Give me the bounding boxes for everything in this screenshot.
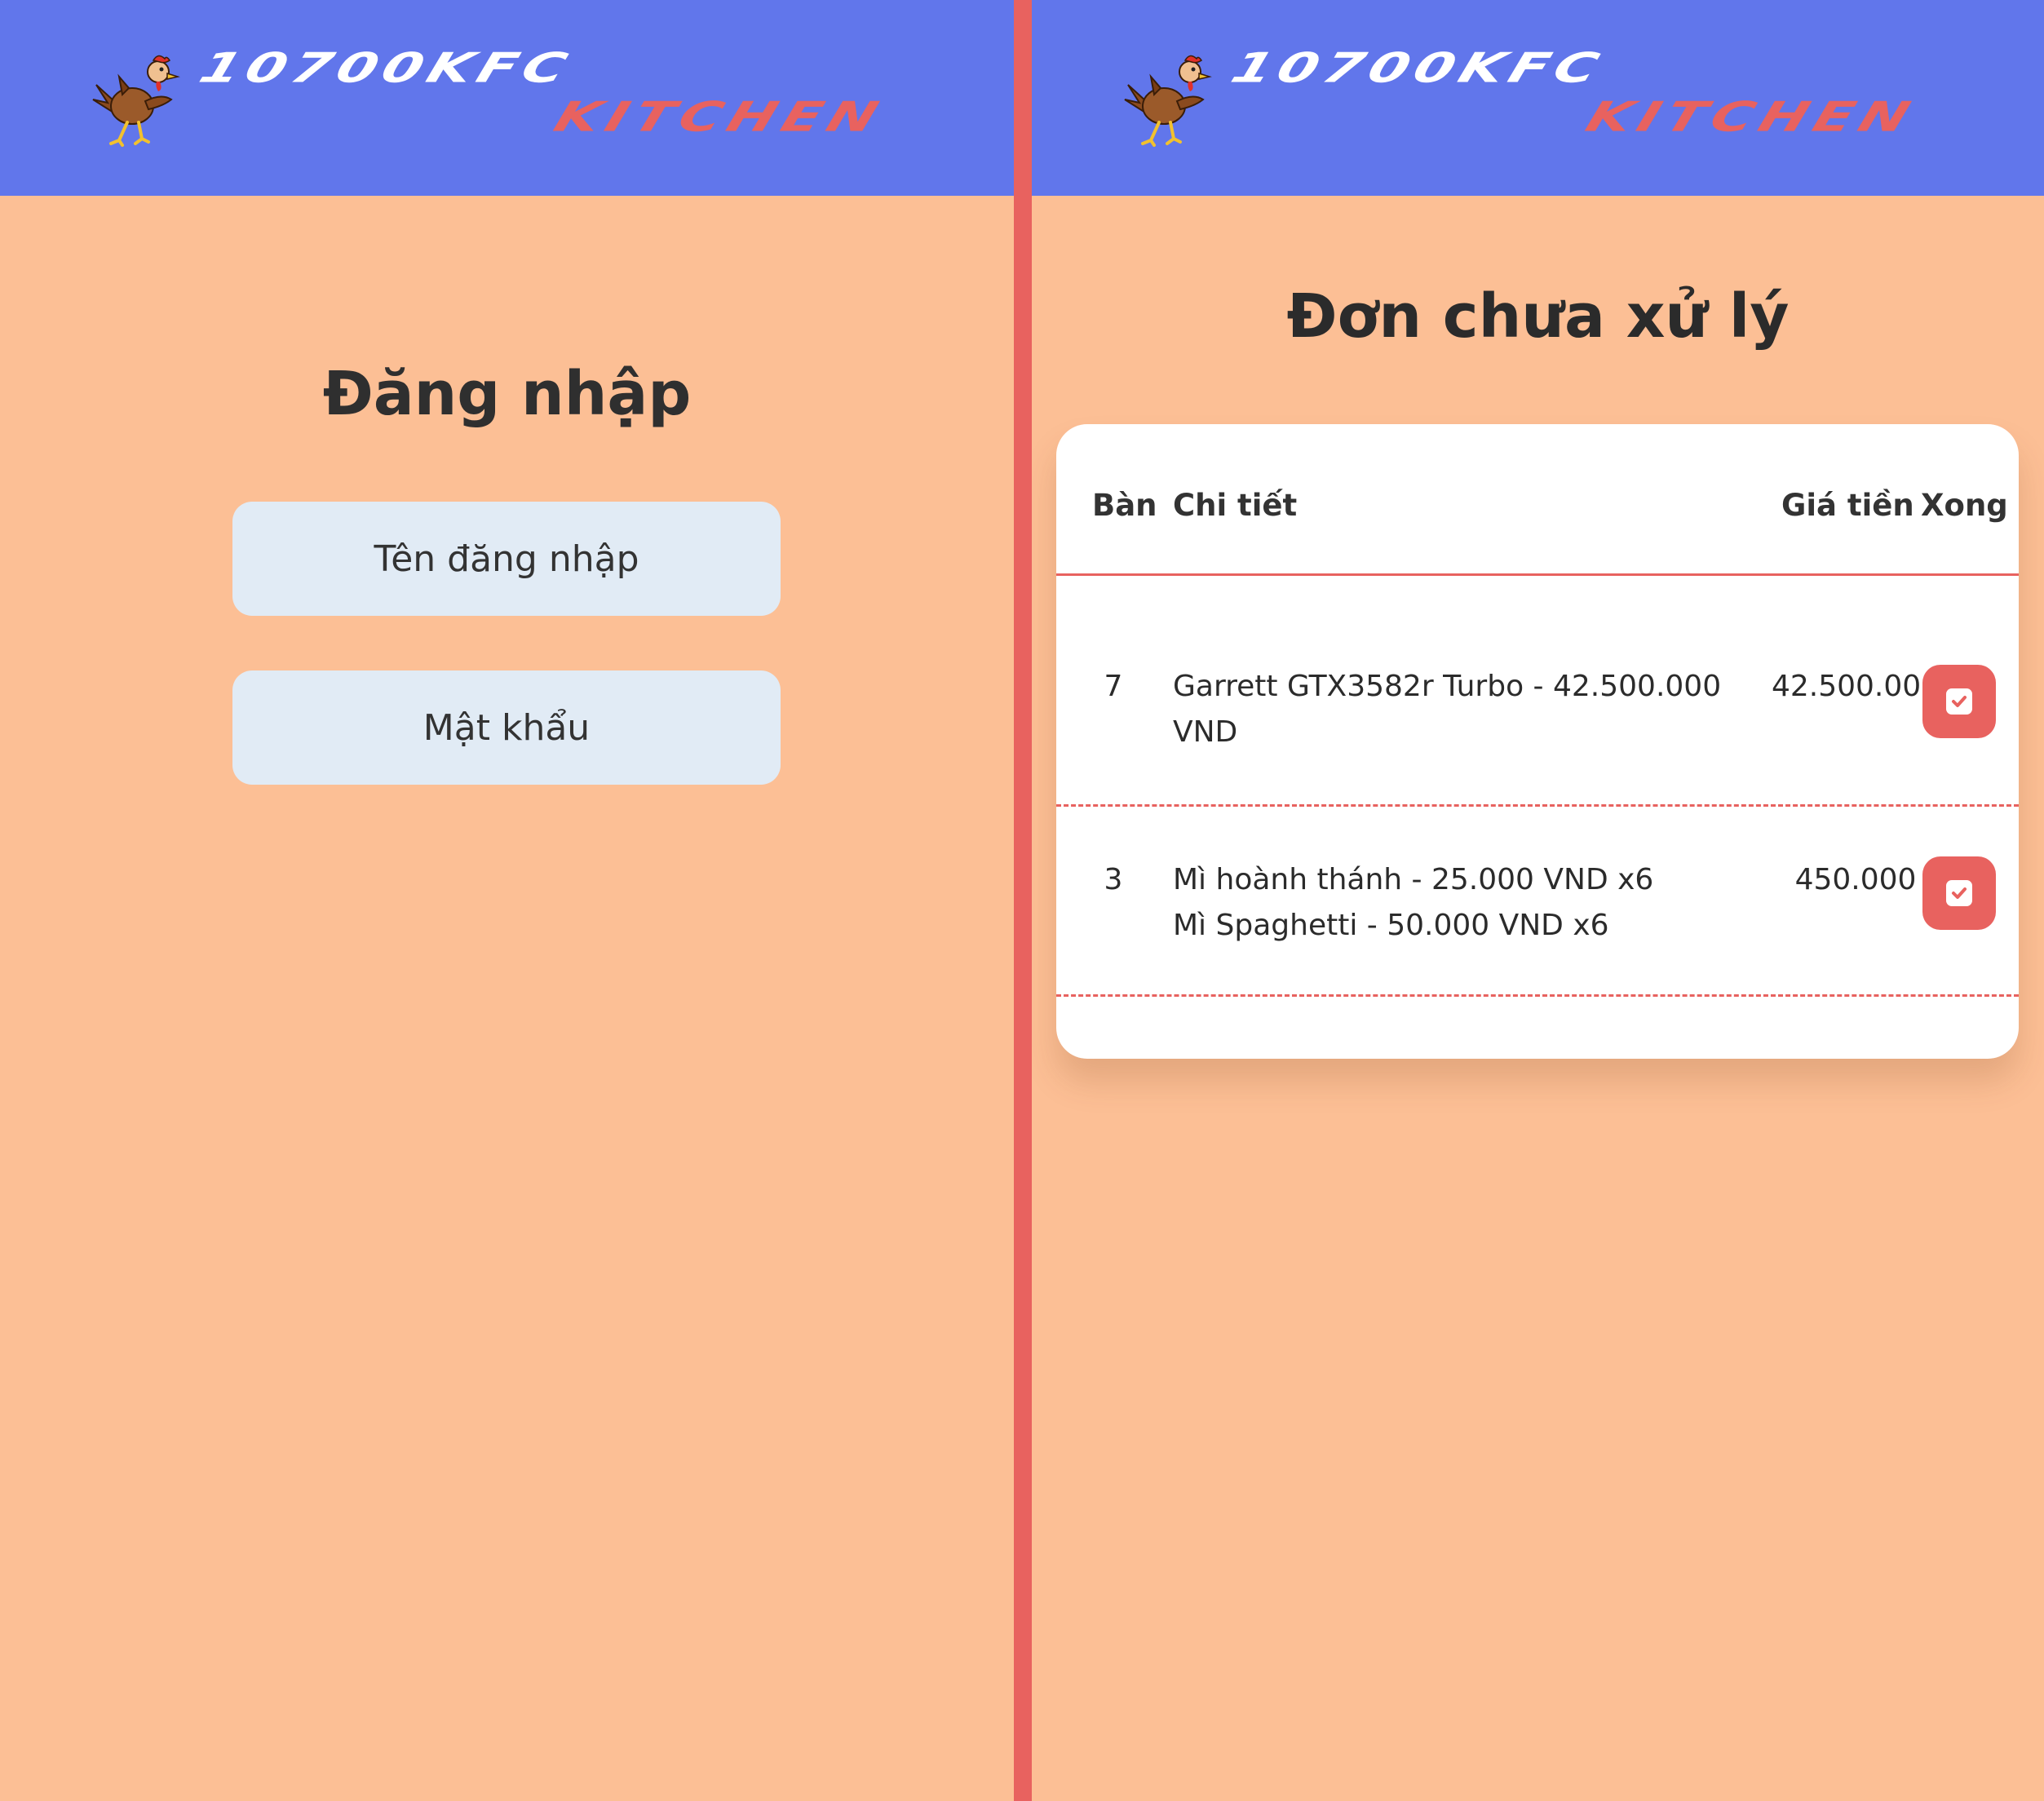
brand-subtitle: KITCHEN	[1580, 92, 1922, 141]
check-square-icon	[1946, 688, 1972, 715]
order-detail-line: Mì hoành thánh - 25.000 VND x6	[1173, 863, 1654, 896]
login-title: Đăng nhập	[322, 359, 692, 429]
column-header-details: Chi tiết	[1173, 488, 1298, 523]
mark-done-button[interactable]	[1922, 856, 1996, 930]
column-header-price: Giá tiền	[1781, 488, 1914, 523]
login-panel: 10700KFC KITCHEN Đăng nhập Tên đăng nhập…	[0, 0, 1014, 1801]
password-field[interactable]: Mật khẩu	[232, 670, 781, 785]
header-divider	[1056, 573, 2019, 576]
password-placeholder: Mật khẩu	[423, 706, 591, 749]
order-details: Garrett GTX3582r Turbo - 42.500.000 VND	[1173, 664, 1744, 755]
chicken-mascot-icon	[1124, 55, 1212, 147]
brand-name: 10700KFC	[1225, 43, 1611, 92]
order-table-number: 3	[1104, 863, 1123, 896]
check-square-icon	[1946, 880, 1972, 906]
order-detail-line: Garrett GTX3582r Turbo - 42.500.000	[1173, 670, 1722, 703]
brand-subtitle: KITCHEN	[548, 92, 891, 141]
column-header-table: Bàn	[1092, 488, 1157, 523]
row-divider	[1056, 804, 2019, 807]
order-detail-line: Mì Spaghetti - 50.000 VND x6	[1173, 909, 1609, 942]
orders-panel: 10700KFC KITCHEN Đơn chưa xử lý Bàn Chi …	[1032, 0, 2044, 1801]
order-detail-line: VND	[1173, 715, 1238, 749]
username-field[interactable]: Tên đăng nhập	[232, 502, 781, 616]
column-header-done: Xong	[1921, 488, 2008, 523]
brand-name: 10700KFC	[193, 43, 579, 92]
panel-divider	[1014, 0, 1032, 1801]
header-bar: 10700KFC KITCHEN	[1032, 0, 2044, 196]
orders-table-card: Bàn Chi tiết Giá tiền Xong 7 Garrett GTX…	[1056, 424, 2019, 1059]
orders-title: Đơn chưa xử lý	[1286, 281, 1790, 352]
mark-done-button[interactable]	[1922, 665, 1996, 738]
row-divider	[1056, 994, 2019, 997]
chicken-mascot-icon	[92, 55, 180, 147]
header-bar: 10700KFC KITCHEN	[0, 0, 1014, 196]
order-details: Mì hoành thánh - 25.000 VND x6 Mì Spaghe…	[1173, 857, 1744, 949]
username-placeholder: Tên đăng nhập	[374, 538, 639, 580]
order-table-number: 7	[1104, 670, 1123, 703]
